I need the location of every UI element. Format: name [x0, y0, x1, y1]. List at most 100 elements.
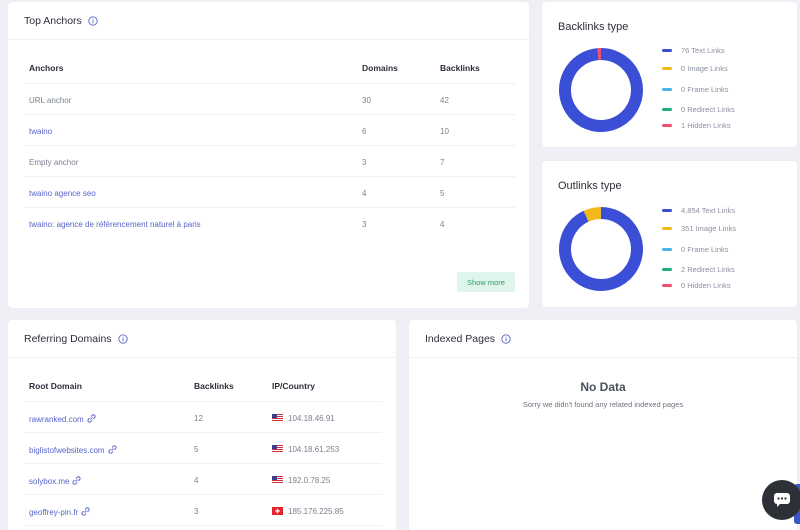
anchor-backlinks-count: 7	[440, 158, 445, 167]
ip-country: 185.176.225.85	[272, 507, 344, 516]
external-link-icon[interactable]	[72, 476, 82, 485]
backlinks-type-title: Backlinks type	[558, 21, 629, 33]
legend-item[interactable]: 4,854 Text Links	[662, 206, 735, 215]
legend-swatch	[662, 248, 672, 251]
external-link-icon[interactable]	[87, 414, 96, 423]
legend-label: 0 Frame Links	[681, 85, 729, 94]
legend-label: 2 Redirect Links	[681, 265, 735, 274]
legend-label: 0 Redirect Links	[681, 105, 735, 114]
col-backlinks[interactable]: Backlinks	[194, 381, 234, 391]
chat-button[interactable]	[762, 480, 800, 520]
referring-domains-card: Referring Domains Root Domain Backlinks …	[8, 320, 396, 530]
legend-label: 1 Hidden Links	[681, 121, 731, 130]
backlinks-type-card: Backlinks type 76 Text Links 0 Image Link…	[542, 2, 797, 147]
ch-flag-icon	[272, 507, 283, 515]
anchor-text: Empty anchor	[29, 158, 79, 167]
ip-address: 104.18.61.253	[288, 445, 340, 454]
col-anchors[interactable]: Anchors	[29, 63, 63, 73]
legend-item[interactable]: 2 Redirect Links	[662, 265, 735, 274]
ip-address: 185.176.225.85	[288, 507, 344, 516]
external-link-icon[interactable]	[108, 445, 117, 454]
us-flag-icon	[272, 445, 283, 453]
legend-label: 0 Hidden Links	[681, 281, 731, 290]
root-domain-link[interactable]: geoffrey-pin.fr	[29, 507, 90, 517]
legend-item[interactable]: 0 Hidden Links	[662, 281, 731, 290]
root-domain-text[interactable]: solybox.me	[29, 477, 69, 486]
info-icon[interactable]	[88, 15, 98, 26]
root-domain-text[interactable]: rawranked.com	[29, 415, 84, 424]
root-domain-link[interactable]: solybox.me	[29, 476, 82, 486]
legend-swatch	[662, 268, 672, 271]
root-domain-link[interactable]: rawranked.com	[29, 414, 96, 424]
anchor-backlinks-count: 10	[440, 127, 449, 136]
us-flag-icon	[272, 414, 283, 422]
no-data-title: No Data	[580, 380, 626, 394]
no-data-message: Sorry we didn't found any related indexe…	[522, 400, 684, 409]
outlinks-donut-chart	[559, 207, 643, 291]
col-ip-country[interactable]: IP/Country	[272, 381, 315, 391]
us-flag-icon	[272, 476, 283, 484]
anchor-domains-count: 30	[362, 96, 371, 105]
root-domain-link[interactable]: biglistofwebsites.com	[29, 445, 117, 455]
info-icon[interactable]	[501, 333, 511, 344]
ip-country: 104.18.61.253	[272, 445, 339, 454]
referring-domains-header: Referring Domains	[8, 320, 396, 358]
legend-item[interactable]: 0 Redirect Links	[662, 105, 735, 114]
legend-item[interactable]: 0 Frame Links	[662, 85, 729, 94]
legend-item[interactable]: 0 Image Links	[662, 64, 728, 73]
indexed-pages-title: Indexed Pages	[425, 332, 496, 345]
top-anchors-title: Top Anchors	[24, 14, 82, 27]
col-root-domain[interactable]: Root Domain	[29, 381, 82, 391]
anchor-domains-count: 3	[362, 220, 367, 229]
backlinks-donut-slice[interactable]	[559, 48, 643, 132]
legend-swatch	[662, 88, 672, 91]
indexed-pages-header: Indexed Pages	[409, 320, 797, 358]
anchor-domains-count: 6	[362, 127, 367, 136]
domain-backlinks-count: 5	[194, 445, 199, 454]
root-domain-text[interactable]: geoffrey-pin.fr	[29, 508, 78, 517]
anchor-text[interactable]: twaino: agence de référencement naturel …	[29, 220, 201, 229]
legend-item[interactable]: 0 Frame Links	[662, 245, 729, 254]
show-more-button[interactable]: Show more	[457, 272, 515, 292]
anchor-backlinks-count: 4	[440, 220, 445, 229]
indexed-pages-card: Indexed Pages No Data Sorry we didn't fo…	[409, 320, 797, 530]
ip-address: 192.0.78.25	[288, 476, 331, 485]
anchor-text[interactable]: twaino	[29, 127, 52, 136]
legend-item[interactable]: 76 Text Links	[662, 46, 725, 55]
legend-label: 0 Image Links	[681, 64, 728, 73]
info-icon[interactable]	[117, 333, 128, 344]
anchor-text[interactable]: twaino agence seo	[29, 189, 96, 198]
ip-country: 104.18.46.91	[272, 414, 335, 423]
chat-bubble-icon	[774, 493, 790, 507]
external-link-icon[interactable]	[81, 507, 90, 516]
legend-label: 76 Text Links	[681, 46, 725, 55]
legend-swatch	[662, 49, 672, 52]
domain-backlinks-count: 12	[194, 414, 203, 423]
col-backlinks[interactable]: Backlinks	[440, 63, 480, 73]
legend-item[interactable]: 351 Image Links	[662, 224, 736, 233]
domain-backlinks-count: 4	[194, 476, 199, 485]
top-anchors-header: Top Anchors	[8, 2, 529, 40]
legend-label: 4,854 Text Links	[681, 206, 736, 215]
outlinks-donut-slice[interactable]	[559, 207, 643, 291]
col-domains[interactable]: Domains	[362, 63, 398, 73]
outlinks-donut-slice[interactable]	[583, 207, 602, 222]
referring-domains-title: Referring Domains	[24, 332, 112, 345]
legend-swatch	[662, 108, 672, 111]
anchor-backlinks-count: 5	[440, 189, 445, 198]
ip-country: 192.0.78.25	[272, 476, 330, 485]
backlinks-donut-chart	[559, 48, 643, 132]
root-domain-text[interactable]: biglistofwebsites.com	[29, 446, 105, 455]
top-anchors-card: Top Anchors Anchors Domains Backlinks UR…	[8, 2, 529, 308]
legend-swatch	[662, 124, 672, 127]
ip-address: 104.18.46.91	[288, 414, 335, 423]
legend-swatch	[662, 67, 672, 70]
legend-swatch	[662, 284, 672, 287]
legend-label: 351 Image Links	[681, 224, 737, 233]
legend-item[interactable]: 1 Hidden Links	[662, 121, 731, 130]
outlinks-type-title: Outlinks type	[558, 180, 622, 192]
anchor-backlinks-count: 42	[440, 96, 449, 105]
outlinks-type-card: Outlinks type 4,854 Text Links 351 Image …	[542, 161, 797, 307]
legend-swatch	[662, 227, 672, 230]
legend-swatch	[662, 209, 672, 212]
